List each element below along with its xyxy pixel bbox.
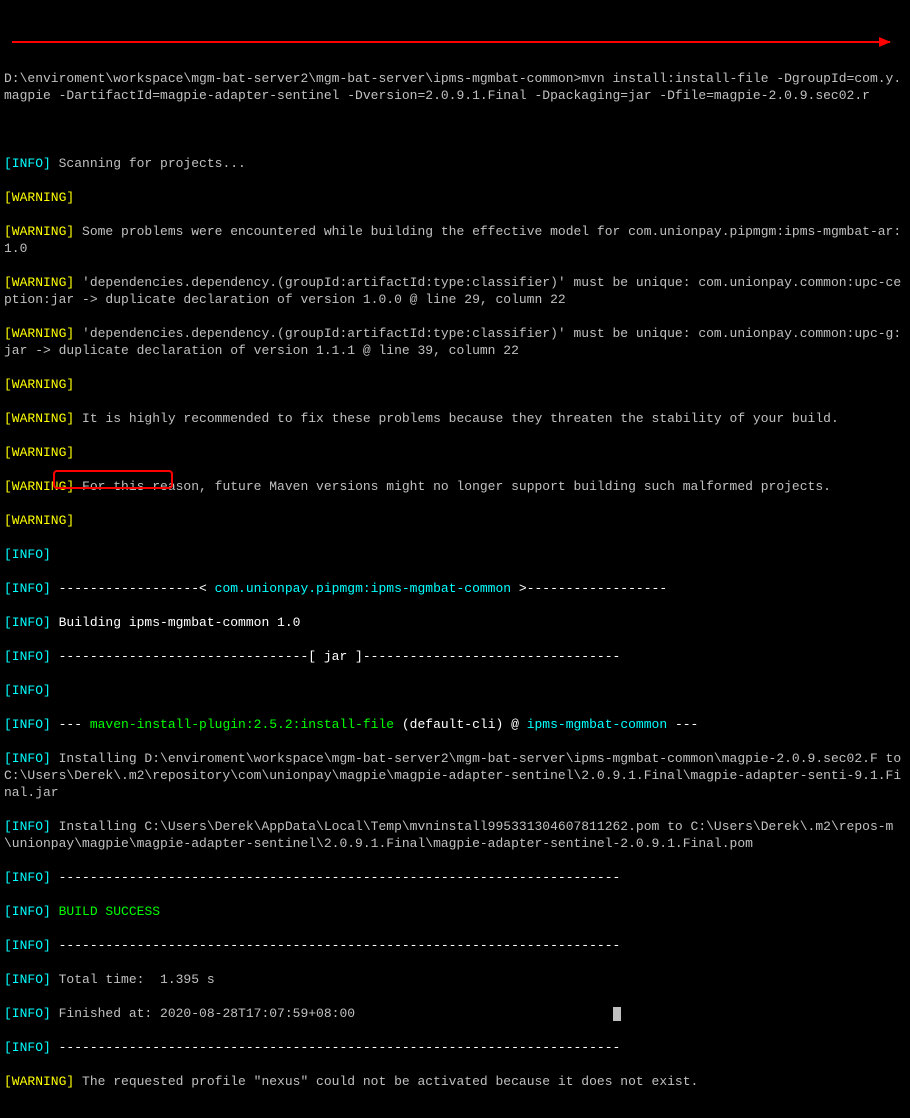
info-tag: [INFO] (4, 904, 51, 919)
log-line: [INFO] Installing C:\Users\Derek\AppData… (4, 818, 906, 852)
info-tag: [INFO] (4, 1040, 51, 1055)
info-tag: [INFO] (4, 870, 51, 885)
log-line: [WARNING] The requested profile "nexus" … (4, 1073, 906, 1090)
log-line: [WARNING] For this reason, future Maven … (4, 478, 906, 495)
separator: ----------------------------------------… (51, 938, 621, 953)
info-tag: [INFO] (4, 819, 51, 834)
warn-tag: [WARNING] (4, 377, 74, 392)
log-line: [INFO] (4, 682, 906, 699)
info-tag: [INFO] (4, 649, 51, 664)
info-tag: [INFO] (4, 581, 51, 596)
prompt: D:\enviroment\workspace\mgm-bat-server2\… (4, 71, 581, 86)
sep: --- (51, 717, 90, 732)
plugin-project: ipms-mgmbat-common (527, 717, 667, 732)
warn-tag: [WARNING] (4, 326, 74, 341)
log-text: Installing D:\enviroment\workspace\mgm-b… (4, 751, 909, 800)
finished-at: Finished at: 2020-08-28T17:07:59+08:00 (51, 1006, 355, 1021)
warn-tag: [WARNING] (4, 190, 74, 205)
warn-tag: [WARNING] (4, 1074, 74, 1089)
info-tag: [INFO] (4, 1006, 51, 1021)
sep-left: ------------------< (51, 581, 215, 596)
plugin-mid: (default-cli) @ (394, 717, 527, 732)
separator: ----------------------------------------… (51, 1040, 621, 1055)
info-tag: [INFO] (4, 683, 51, 698)
info-tag: [INFO] (4, 751, 51, 766)
log-text: Scanning for projects... (51, 156, 246, 171)
log-line: [INFO] ------------------< com.unionpay.… (4, 580, 906, 597)
log-text: The requested profile "nexus" could not … (74, 1074, 698, 1089)
build-success-line: [INFO] BUILD SUCCESS (4, 903, 906, 920)
log-text: For this reason, future Maven versions m… (74, 479, 831, 494)
annotation-arrow (12, 41, 890, 43)
log-line: [WARNING] (4, 444, 906, 461)
log-text: 'dependencies.dependency.(groupId:artifa… (4, 326, 901, 358)
log-text: It is highly recommended to fix these pr… (74, 411, 839, 426)
log-line: [WARNING] 'dependencies.dependency.(grou… (4, 325, 906, 359)
log-text: Installing C:\Users\Derek\AppData\Local\… (4, 819, 893, 851)
separator: ----------------------------------------… (51, 870, 621, 885)
info-tag: [INFO] (4, 615, 51, 630)
plugin-name: maven-install-plugin:2.5.2:install-file (90, 717, 394, 732)
log-line: [INFO] --------------------------------[… (4, 648, 906, 665)
warn-tag: [WARNING] (4, 479, 74, 494)
log-line: [INFO] Installing D:\enviroment\workspac… (4, 750, 906, 801)
warn-tag: [WARNING] (4, 445, 74, 460)
build-success: BUILD SUCCESS (59, 904, 160, 919)
info-tag: [INFO] (4, 547, 51, 562)
log-line: [INFO] ---------------------------------… (4, 937, 906, 954)
log-text: --------------------------------[ jar ]-… (51, 649, 621, 664)
info-tag: [INFO] (4, 156, 51, 171)
command-line[interactable]: D:\enviroment\workspace\mgm-bat-server2\… (4, 70, 906, 104)
project-name: com.unionpay.pipmgm:ipms-mgmbat-common (215, 581, 511, 596)
info-tag: [INFO] (4, 972, 51, 987)
info-tag: [INFO] (4, 717, 51, 732)
sep-right: >------------------ (511, 581, 667, 596)
log-line: [INFO] Finished at: 2020-08-28T17:07:59+… (4, 1005, 906, 1022)
log-line: [WARNING] It is highly recommended to fi… (4, 410, 906, 427)
warn-tag: [WARNING] (4, 224, 74, 239)
warn-tag: [WARNING] (4, 275, 74, 290)
info-tag: [INFO] (4, 938, 51, 953)
warn-tag: [WARNING] (4, 411, 74, 426)
sep: --- (667, 717, 698, 732)
log-line: [INFO] ---------------------------------… (4, 1039, 906, 1056)
log-line: [WARNING] 'dependencies.dependency.(grou… (4, 274, 906, 308)
log-text: Some problems were encountered while bui… (4, 224, 901, 256)
log-line: [INFO] (4, 546, 906, 563)
log-line: [INFO] --- maven-install-plugin:2.5.2:in… (4, 716, 906, 733)
log-text: Building ipms-mgmbat-common 1.0 (51, 615, 301, 630)
log-line: [WARNING] (4, 189, 906, 206)
cursor-icon (613, 1007, 621, 1021)
log-line: [WARNING] (4, 512, 906, 529)
log-line: [WARNING] (4, 376, 906, 393)
log-line: [INFO] Total time: 1.395 s (4, 971, 906, 988)
log-text: 'dependencies.dependency.(groupId:artifa… (4, 275, 901, 307)
warn-tag: [WARNING] (4, 513, 74, 528)
log-line: [INFO] Scanning for projects... (4, 155, 906, 172)
log-line: [INFO] Building ipms-mgmbat-common 1.0 (4, 614, 906, 631)
log-line: [WARNING] Some problems were encountered… (4, 223, 906, 257)
log-line: [INFO] ---------------------------------… (4, 869, 906, 886)
total-time: Total time: 1.395 s (51, 972, 215, 987)
